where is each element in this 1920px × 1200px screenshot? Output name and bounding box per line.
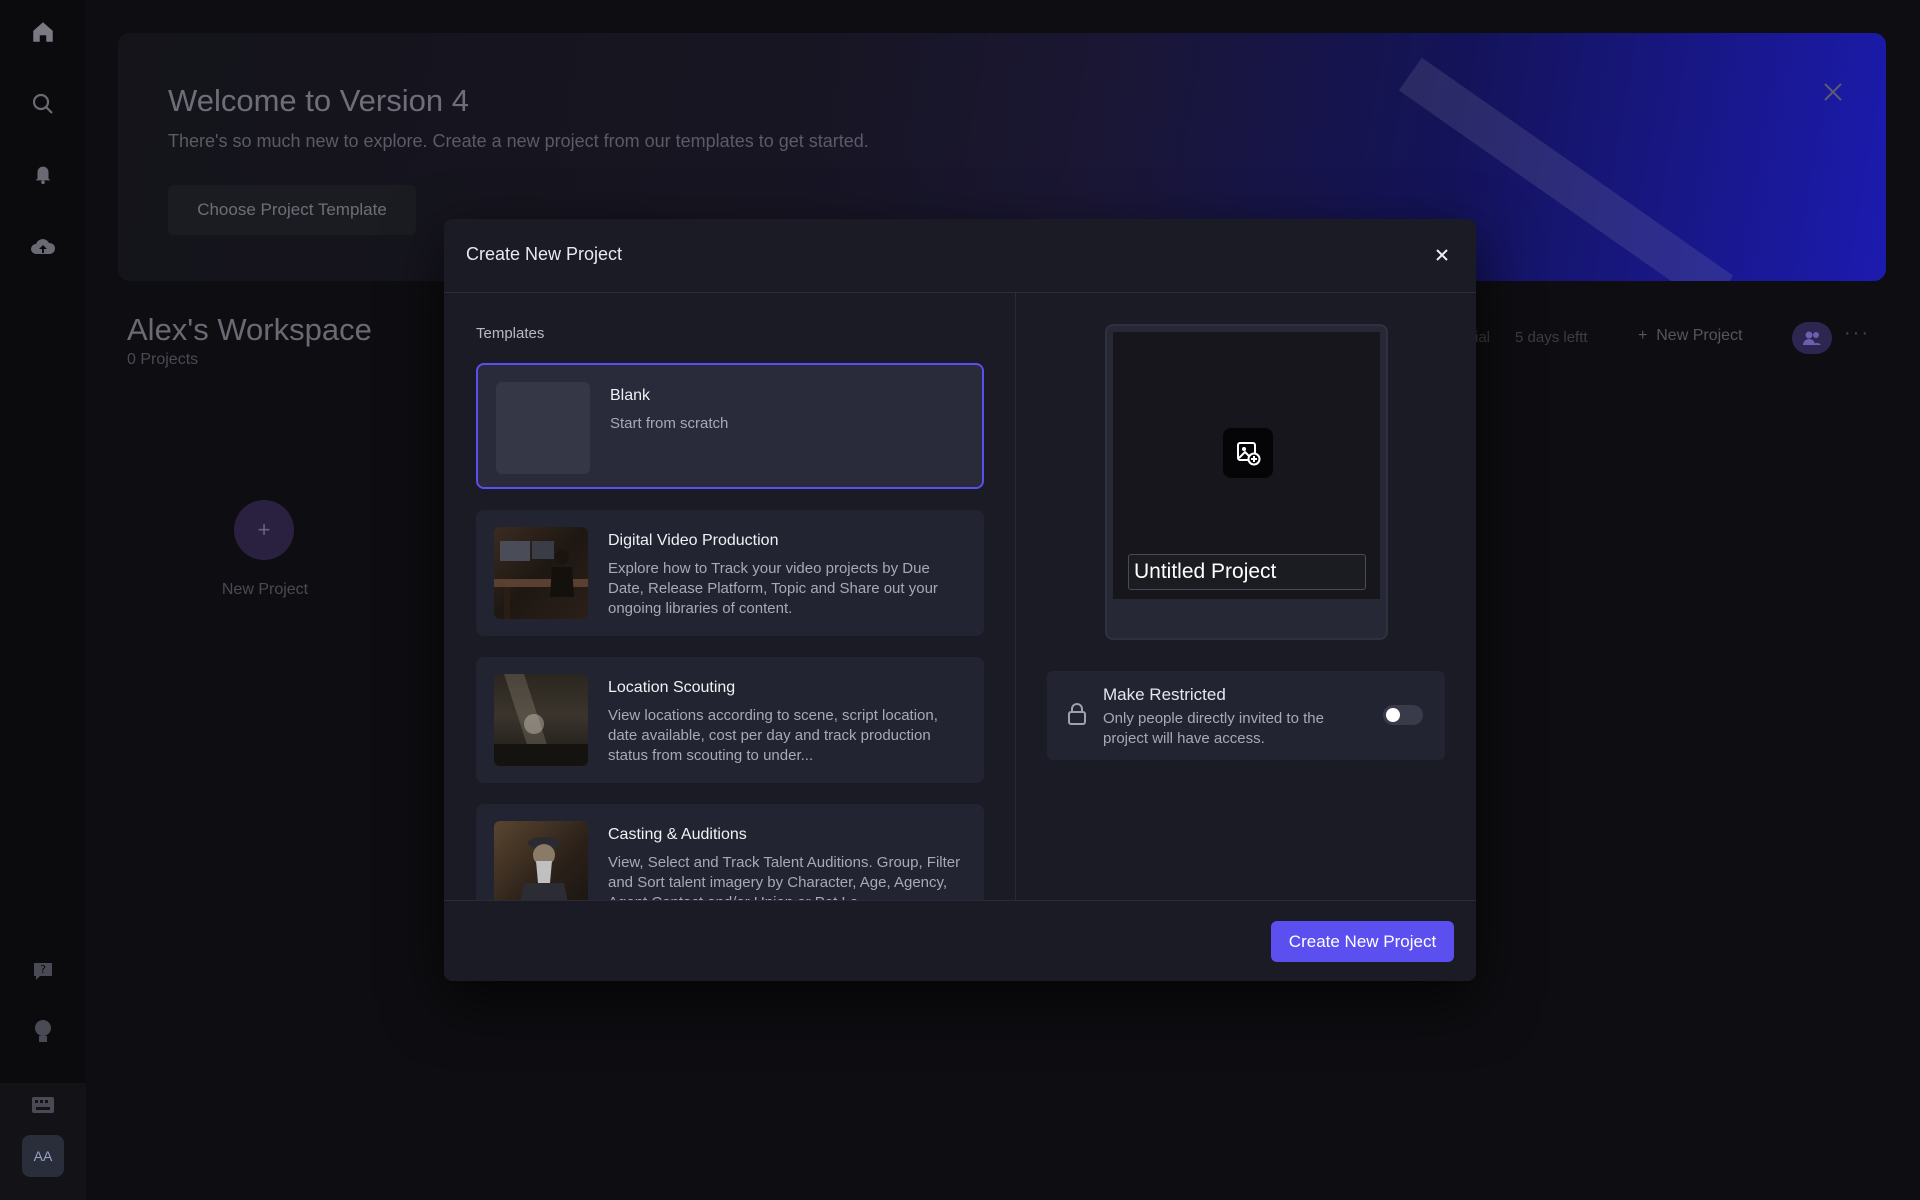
restrict-description: Only people directly invited to the proj…: [1103, 710, 1324, 747]
workspace-title: Alex's Workspace: [127, 312, 372, 347]
template-name: Digital Video Production: [608, 532, 779, 549]
choose-template-button[interactable]: Choose Project Template: [168, 185, 416, 235]
templates-label: Templates: [476, 325, 545, 342]
template-card-location-scouting[interactable]: Location Scouting View locations accordi…: [476, 657, 984, 783]
template-thumbnail: [494, 674, 588, 766]
template-thumbnail: [496, 382, 590, 474]
avatar[interactable]: AA: [22, 1135, 64, 1177]
project-cover-area: [1113, 332, 1380, 599]
header-new-project-label: New Project: [1656, 327, 1743, 344]
template-card-digital-video-production[interactable]: Digital Video Production Explore how to …: [476, 510, 984, 636]
add-cover-image-button[interactable]: [1223, 428, 1273, 478]
toggle-knob: [1386, 708, 1400, 722]
template-card-blank[interactable]: Blank Start from scratch: [476, 363, 984, 489]
sidebar: ? AA: [0, 0, 86, 1200]
lock-icon: [1067, 702, 1087, 726]
location-image: [494, 674, 588, 766]
close-icon[interactable]: [1430, 243, 1454, 267]
people-icon: [1803, 331, 1821, 345]
help-icon[interactable]: ?: [27, 955, 59, 987]
new-project-tile-button[interactable]: +: [234, 500, 294, 560]
plus-icon: +: [1638, 327, 1657, 344]
project-name-input[interactable]: [1128, 554, 1366, 590]
image-add-icon: [1237, 442, 1261, 466]
members-button[interactable]: [1792, 322, 1832, 354]
trial-label: ial: [1475, 329, 1491, 346]
template-name: Blank: [610, 387, 651, 404]
project-settings-pane: Make Restricted Only people directly inv…: [1017, 293, 1476, 900]
template-description: Explore how to Track your video projects…: [608, 560, 938, 617]
banner-close-icon[interactable]: [1822, 81, 1846, 105]
keyboard-icon[interactable]: [27, 1089, 59, 1121]
search-icon[interactable]: [27, 88, 59, 120]
days-left-label: 5 days leftt: [1515, 329, 1588, 346]
casting-image: [520, 837, 568, 900]
svg-text:?: ?: [40, 963, 46, 976]
project-count: 0 Projects: [127, 351, 199, 368]
create-project-modal: Create New Project Templates Blank Start…: [444, 219, 1476, 981]
project-preview-card: [1105, 324, 1388, 640]
modal-title: Create New Project: [466, 244, 623, 264]
more-options-icon[interactable]: ···: [1844, 322, 1870, 345]
restrict-title: Make Restricted: [1103, 685, 1226, 704]
template-description: View locations according to scene, scrip…: [608, 707, 938, 764]
templates-pane[interactable]: Templates Blank Start from scratch Digit…: [444, 293, 1016, 900]
template-description: View, Select and Track Talent Auditions.…: [608, 854, 961, 900]
modal-header: Create New Project: [444, 219, 1476, 293]
modal-footer: Create New Project: [444, 900, 1476, 981]
banner-subtitle: There's so much new to explore. Create a…: [168, 131, 869, 151]
header-new-project-button[interactable]: + New Project: [1638, 327, 1742, 345]
sidebar-bottom-panel: AA: [0, 1083, 86, 1200]
template-thumbnail: [494, 821, 588, 900]
template-description: Start from scratch: [610, 415, 729, 432]
new-project-tile-label: New Project: [221, 581, 309, 598]
video-studio-image: [494, 541, 588, 619]
home-icon[interactable]: [27, 16, 59, 48]
make-restricted-option: Make Restricted Only people directly inv…: [1047, 671, 1445, 760]
bell-icon[interactable]: [27, 158, 59, 190]
lightbulb-icon[interactable]: [27, 1016, 59, 1048]
create-new-project-button[interactable]: Create New Project: [1271, 921, 1454, 962]
restrict-toggle[interactable]: [1383, 705, 1423, 725]
cloud-upload-icon[interactable]: [27, 230, 59, 262]
template-name: Casting & Auditions: [608, 826, 747, 843]
template-card-casting-auditions[interactable]: Casting & Auditions View, Select and Tra…: [476, 804, 984, 900]
banner-title: Welcome to Version 4: [168, 83, 469, 118]
template-thumbnail: [494, 527, 588, 619]
template-name: Location Scouting: [608, 679, 736, 696]
